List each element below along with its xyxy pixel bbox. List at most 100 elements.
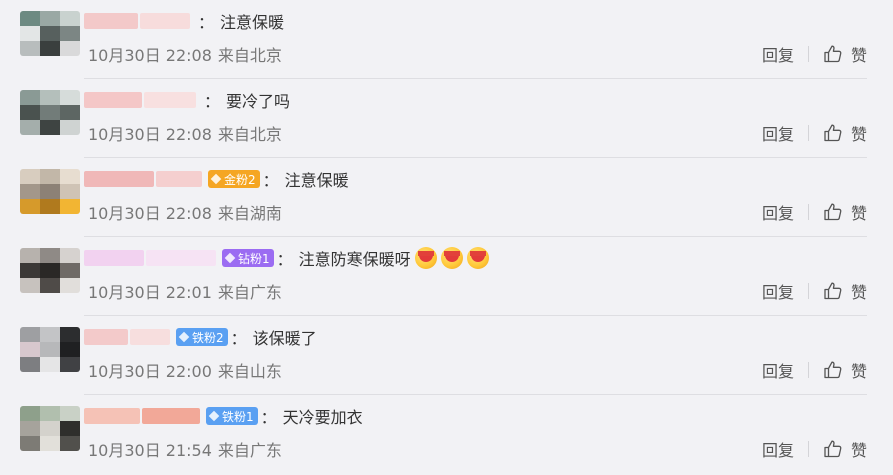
fan-badge[interactable]: 铁粉1	[206, 407, 258, 425]
username-blurred[interactable]	[84, 250, 144, 266]
excited-face-emoji-icon	[414, 247, 437, 269]
avatar-pixel	[20, 357, 40, 372]
username-blurred[interactable]	[84, 13, 138, 29]
username-blurred[interactable]	[142, 408, 200, 424]
like-button[interactable]: 赞	[823, 279, 867, 303]
username-blurred[interactable]	[84, 408, 140, 424]
avatar-pixel	[40, 41, 60, 56]
action-divider	[807, 125, 809, 141]
comment-actions: 回复 赞	[762, 358, 867, 382]
like-button[interactable]: 赞	[823, 437, 867, 461]
comment-actions: 回复 赞	[762, 42, 867, 66]
comment-item: ： 注意保暖 10月30日 22:08 来自北京 回复 赞	[0, 0, 893, 79]
reply-button[interactable]: 回复	[762, 279, 794, 303]
diamond-icon	[208, 410, 220, 422]
username-blurred[interactable]	[144, 92, 196, 108]
comment-location: 来自山东	[217, 362, 282, 381]
thumbs-up-icon	[824, 203, 842, 221]
fan-badge[interactable]: 金粉2	[208, 170, 260, 188]
comment-item: 铁粉2 ： 该保暖了 10月30日 22:00 来自山东 回复 赞	[0, 316, 893, 395]
avatar-pixel	[20, 278, 40, 293]
fan-badge-label: 铁粉1	[222, 409, 254, 424]
avatar-pixel	[60, 199, 80, 214]
comment-text: 注意保暖	[220, 13, 285, 32]
comment-timestamp: 10月30日 22:08	[88, 125, 212, 144]
avatar[interactable]	[20, 248, 80, 293]
avatar-pixel	[60, 90, 80, 105]
comment-meta: 10月30日 22:08 来自北京	[88, 121, 282, 145]
comment-head: 钻粉1 ： 注意防寒保暖呀	[84, 246, 489, 270]
avatar-pixel	[40, 263, 60, 278]
comment-head: 铁粉2 ： 该保暖了	[84, 325, 317, 349]
comment-meta: 10月30日 22:08 来自湖南	[88, 200, 282, 224]
fan-badge-label: 金粉2	[224, 172, 256, 187]
avatar-pixel	[20, 184, 40, 199]
like-label: 赞	[850, 125, 867, 144]
comment-actions: 回复 赞	[762, 121, 867, 145]
avatar-pixel	[60, 357, 80, 372]
like-button[interactable]: 赞	[823, 358, 867, 382]
avatar-pixel	[20, 199, 40, 214]
like-button[interactable]: 赞	[823, 121, 867, 145]
fan-badge[interactable]: 铁粉2	[176, 328, 228, 346]
reply-button[interactable]: 回复	[762, 42, 794, 66]
reply-button[interactable]: 回复	[762, 121, 794, 145]
avatar-pixel	[40, 169, 60, 184]
reply-button[interactable]: 回复	[762, 358, 794, 382]
avatar-pixel	[20, 26, 40, 41]
thumbs-up-icon	[824, 124, 842, 142]
username-blurred[interactable]	[140, 13, 190, 29]
comment-head: ： 要冷了吗	[84, 88, 290, 112]
comment-text: 该保暖了	[252, 329, 317, 348]
like-label: 赞	[850, 204, 867, 223]
avatar-pixel	[40, 11, 60, 26]
action-divider	[807, 441, 809, 457]
avatar-pixel	[40, 105, 60, 120]
diamond-icon	[210, 173, 222, 185]
username-blurred[interactable]	[146, 250, 216, 266]
avatar-pixel	[20, 248, 40, 263]
comment-text: 注意防寒保暖呀	[298, 250, 411, 269]
username-blurred[interactable]	[130, 329, 170, 345]
comment-meta: 10月30日 21:54 来自广东	[88, 437, 282, 461]
avatar-pixel	[40, 120, 60, 135]
comment-item: 金粉2 ： 注意保暖 10月30日 22:08 来自湖南 回复 赞	[0, 158, 893, 237]
username-blurred[interactable]	[84, 92, 142, 108]
avatar-pixel	[40, 278, 60, 293]
like-button[interactable]: 赞	[823, 42, 867, 66]
excited-face-emoji-icon	[466, 247, 489, 269]
avatar-pixel	[60, 342, 80, 357]
avatar[interactable]	[20, 406, 80, 451]
comment-location: 来自广东	[217, 441, 282, 460]
colon-separator: ：	[230, 329, 247, 348]
avatar-pixel	[20, 105, 40, 120]
reply-button[interactable]: 回复	[762, 200, 794, 224]
avatar-pixel	[60, 120, 80, 135]
colon-separator: ：	[262, 171, 279, 190]
reply-button[interactable]: 回复	[762, 437, 794, 461]
username-blurred[interactable]	[156, 171, 202, 187]
colon-separator: ：	[260, 408, 277, 427]
username-blurred[interactable]	[84, 329, 128, 345]
avatar-pixel	[20, 263, 40, 278]
avatar-pixel	[60, 248, 80, 263]
comment-actions: 回复 赞	[762, 279, 867, 303]
like-button[interactable]: 赞	[823, 200, 867, 224]
avatar[interactable]	[20, 90, 80, 135]
colon-separator: ：	[276, 250, 293, 269]
username-blurred[interactable]	[84, 171, 154, 187]
fan-badge-label: 钻粉1	[238, 251, 270, 266]
avatar[interactable]	[20, 169, 80, 214]
comment-item: 钻粉1 ： 注意防寒保暖呀 10月30日 22:01 来自广东 回复 赞	[0, 237, 893, 316]
comment-timestamp: 10月30日 22:01	[88, 283, 212, 302]
action-divider	[807, 46, 809, 62]
avatar[interactable]	[20, 327, 80, 372]
thumbs-up-icon	[824, 282, 842, 300]
comment-location: 来自北京	[217, 46, 282, 65]
fan-badge[interactable]: 钻粉1	[222, 249, 274, 267]
avatar-pixel	[60, 406, 80, 421]
avatar[interactable]	[20, 11, 80, 56]
avatar-pixel	[40, 184, 60, 199]
action-divider	[807, 283, 809, 299]
comment-head: 金粉2 ： 注意保暖	[84, 167, 349, 191]
